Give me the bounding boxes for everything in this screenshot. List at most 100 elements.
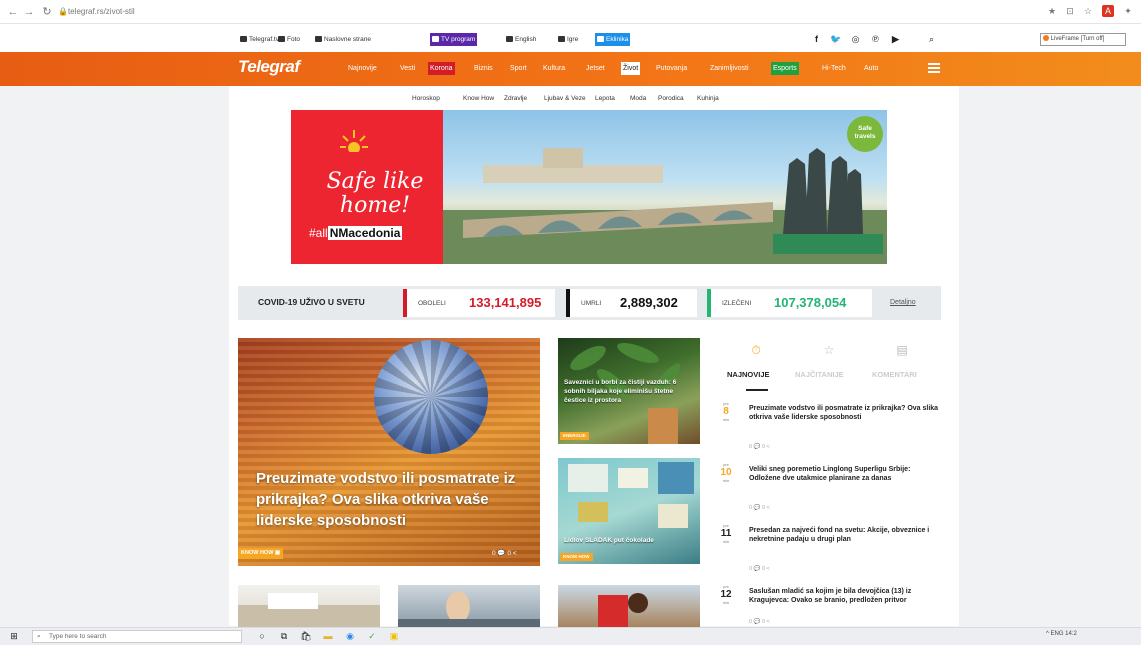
instagram-icon[interactable]: ◎ — [850, 33, 861, 45]
store-icon[interactable]: 🛍 — [300, 630, 312, 642]
hero-title[interactable]: Preuzimate vodstvo ili posmatrate iz pri… — [256, 468, 536, 531]
card-plants-title[interactable]: Saveznici u borbi za čistiji vazduh: 6 s… — [564, 378, 694, 405]
task-view-icon[interactable]: ⧉ — [278, 630, 290, 642]
pinterest-icon[interactable]: ℗ — [870, 33, 881, 45]
article-card-plants[interactable]: Saveznici u borbi za čistiji vazduh: 6 s… — [558, 338, 700, 444]
top-link-4[interactable]: English — [504, 33, 538, 46]
top-link-2[interactable]: Naslovne strane — [313, 33, 373, 46]
covid-dead-value: 2,889,302 — [620, 295, 678, 310]
nav-item-kultura[interactable]: Kultura — [541, 62, 567, 75]
bookmark-star-icon[interactable]: ☆ — [1082, 5, 1094, 17]
system-tray[interactable]: ^ ENG 14:2 — [1046, 631, 1077, 637]
nav-item-najnovije[interactable]: Najnovije — [346, 62, 379, 75]
covid-healed-label: IZLEČENI — [722, 300, 752, 307]
star-icon[interactable]: ☆ — [822, 343, 836, 357]
liveframe-label: LiveFrame [Turn off] — [1050, 36, 1105, 42]
sun-icon — [340, 130, 368, 155]
liveframe-extension[interactable]: LiveFrame [Turn off] — [1040, 33, 1126, 46]
top-link-0[interactable]: Telegraf.tv — [238, 33, 281, 46]
reload-icon[interactable]: ↻ — [40, 4, 54, 20]
tab-most-read[interactable]: NAJČITANIJE — [795, 370, 844, 379]
nav-item-esports[interactable]: Esports — [771, 62, 799, 75]
covid-dead-bar — [566, 289, 570, 317]
tab-comments[interactable]: KOMENTARI — [872, 370, 917, 379]
news-time-unit: min — [722, 478, 730, 483]
site-logo[interactable]: Telegraf — [238, 57, 300, 77]
covid-details-link[interactable]: Detaljno — [890, 299, 916, 306]
card-lidl-category[interactable]: KNOW HOW — [560, 553, 593, 561]
thumb-3-image — [598, 593, 648, 627]
taskbar-search-placeholder: Type here to search — [49, 633, 107, 640]
youtube-icon[interactable]: ▶ — [890, 33, 901, 45]
facebook-icon[interactable]: f — [811, 33, 822, 45]
extension-icon[interactable]: ★ — [1046, 5, 1058, 17]
pdf-extension-icon[interactable]: A — [1102, 5, 1114, 17]
news-title[interactable]: Veliki sneg poremetio Linglong Superligu… — [749, 465, 941, 483]
ad-banner[interactable]: Safe like home! #all NMacedonia Safe travel… — [291, 110, 887, 264]
subnav-item-7[interactable]: Kuhinja — [697, 95, 719, 102]
nav-item-putovanja[interactable]: Putovanja — [654, 62, 689, 75]
subnav-item-6[interactable]: Porodica — [658, 95, 684, 102]
nav-item-auto[interactable]: Auto — [862, 62, 880, 75]
covid-dead-label: UMRLI — [581, 300, 602, 307]
article-thumb-1[interactable] — [238, 585, 380, 627]
top-link-3[interactable]: TV program — [430, 33, 478, 46]
cortana-icon[interactable]: ○ — [256, 630, 268, 642]
menu-icon[interactable] — [928, 63, 940, 73]
nav-item-sport[interactable]: Sport — [508, 62, 529, 75]
news-title[interactable]: Preuzimate vodstvo ili posmatrate iz pri… — [749, 404, 941, 422]
forward-icon[interactable]: → — [22, 4, 36, 20]
nav-item-život[interactable]: Život — [621, 62, 641, 75]
nav-item-vesti[interactable]: Vesti — [398, 62, 417, 75]
card-lidl-title[interactable]: Lidlov SLADAK put čokolade — [564, 536, 694, 545]
app-icon[interactable]: ✓ — [366, 630, 378, 642]
taskbar-search-icon: ⌕ — [37, 633, 41, 640]
hero-article[interactable]: Preuzimate vodstvo ili posmatrate iz pri… — [238, 338, 540, 566]
news-time-number: 11 — [720, 528, 732, 539]
article-thumb-3[interactable] — [558, 585, 700, 627]
comment-icon[interactable]: ▤ — [895, 343, 909, 357]
main-navbar — [0, 52, 1141, 86]
news-time-number: 12 — [720, 589, 732, 600]
app-icon-2[interactable]: ▣ — [388, 630, 400, 642]
liveframe-icon — [1043, 35, 1049, 41]
twitter-icon[interactable]: 🐦 — [830, 33, 841, 45]
file-explorer-icon[interactable]: ▬ — [322, 630, 334, 642]
news-time-unit: min — [722, 539, 730, 544]
windows-start-icon[interactable]: ⊞ — [8, 630, 20, 642]
top-link-label: Telegraf.tv — [249, 36, 279, 43]
nav-item-zanimljivosti[interactable]: Zanimljivosti — [708, 62, 751, 75]
ad-photo — [443, 110, 887, 264]
search-icon[interactable]: ⌕ — [926, 33, 937, 45]
subnav-item-1[interactable]: Know How — [463, 95, 494, 102]
article-thumb-2[interactable] — [398, 585, 540, 627]
subnav-item-4[interactable]: Lepota — [595, 95, 615, 102]
nav-item-hi-tech[interactable]: Hi-Tech — [820, 62, 848, 75]
puzzle-icon[interactable]: ✦ — [1122, 5, 1134, 17]
tab-latest[interactable]: NAJNOVIJE — [727, 370, 770, 379]
clock-icon[interactable]: ⏱ — [749, 343, 763, 357]
back-icon[interactable]: ← — [6, 4, 20, 20]
hero-category-badge[interactable]: KNOW HOW ▣ — [238, 548, 284, 559]
article-card-lidl[interactable]: Lidlov SLADAK put čokolade KNOW HOW — [558, 458, 700, 564]
news-title[interactable]: Presedan za najveći fond na svetu: Akcij… — [749, 526, 941, 544]
covid-title: COVID-19 UŽIVO U SVETU — [258, 297, 365, 307]
chrome-icon[interactable]: ◉ — [344, 630, 356, 642]
subnav-item-3[interactable]: Ljubav & Veze — [544, 95, 586, 102]
news-title[interactable]: Saslušan mladić sa kojim je bila devojči… — [749, 587, 941, 605]
top-link-6[interactable]: Eklinika — [595, 33, 631, 46]
nav-item-korona[interactable]: Korona — [428, 62, 455, 75]
subnav-item-2[interactable]: Zdravlje — [504, 95, 527, 102]
nav-item-biznis[interactable]: Biznis — [472, 62, 495, 75]
card-plants-category[interactable]: ENERGIJE — [560, 432, 589, 440]
subnav-item-5[interactable]: Moda — [630, 95, 646, 102]
tab-icon[interactable]: ⊡ — [1064, 5, 1076, 17]
top-link-1[interactable]: Foto — [276, 33, 302, 46]
subnav-item-0[interactable]: Horoskop — [412, 95, 440, 102]
top-link-5[interactable]: Igre — [556, 33, 580, 46]
top-link-icon — [240, 36, 247, 42]
address-bar[interactable]: telegraf.rs/zivot-stil — [68, 4, 968, 20]
nav-item-jetset[interactable]: Jetset — [584, 62, 607, 75]
thumb-2-image — [398, 591, 540, 627]
taskbar-search[interactable]: ⌕ Type here to search — [32, 630, 242, 643]
